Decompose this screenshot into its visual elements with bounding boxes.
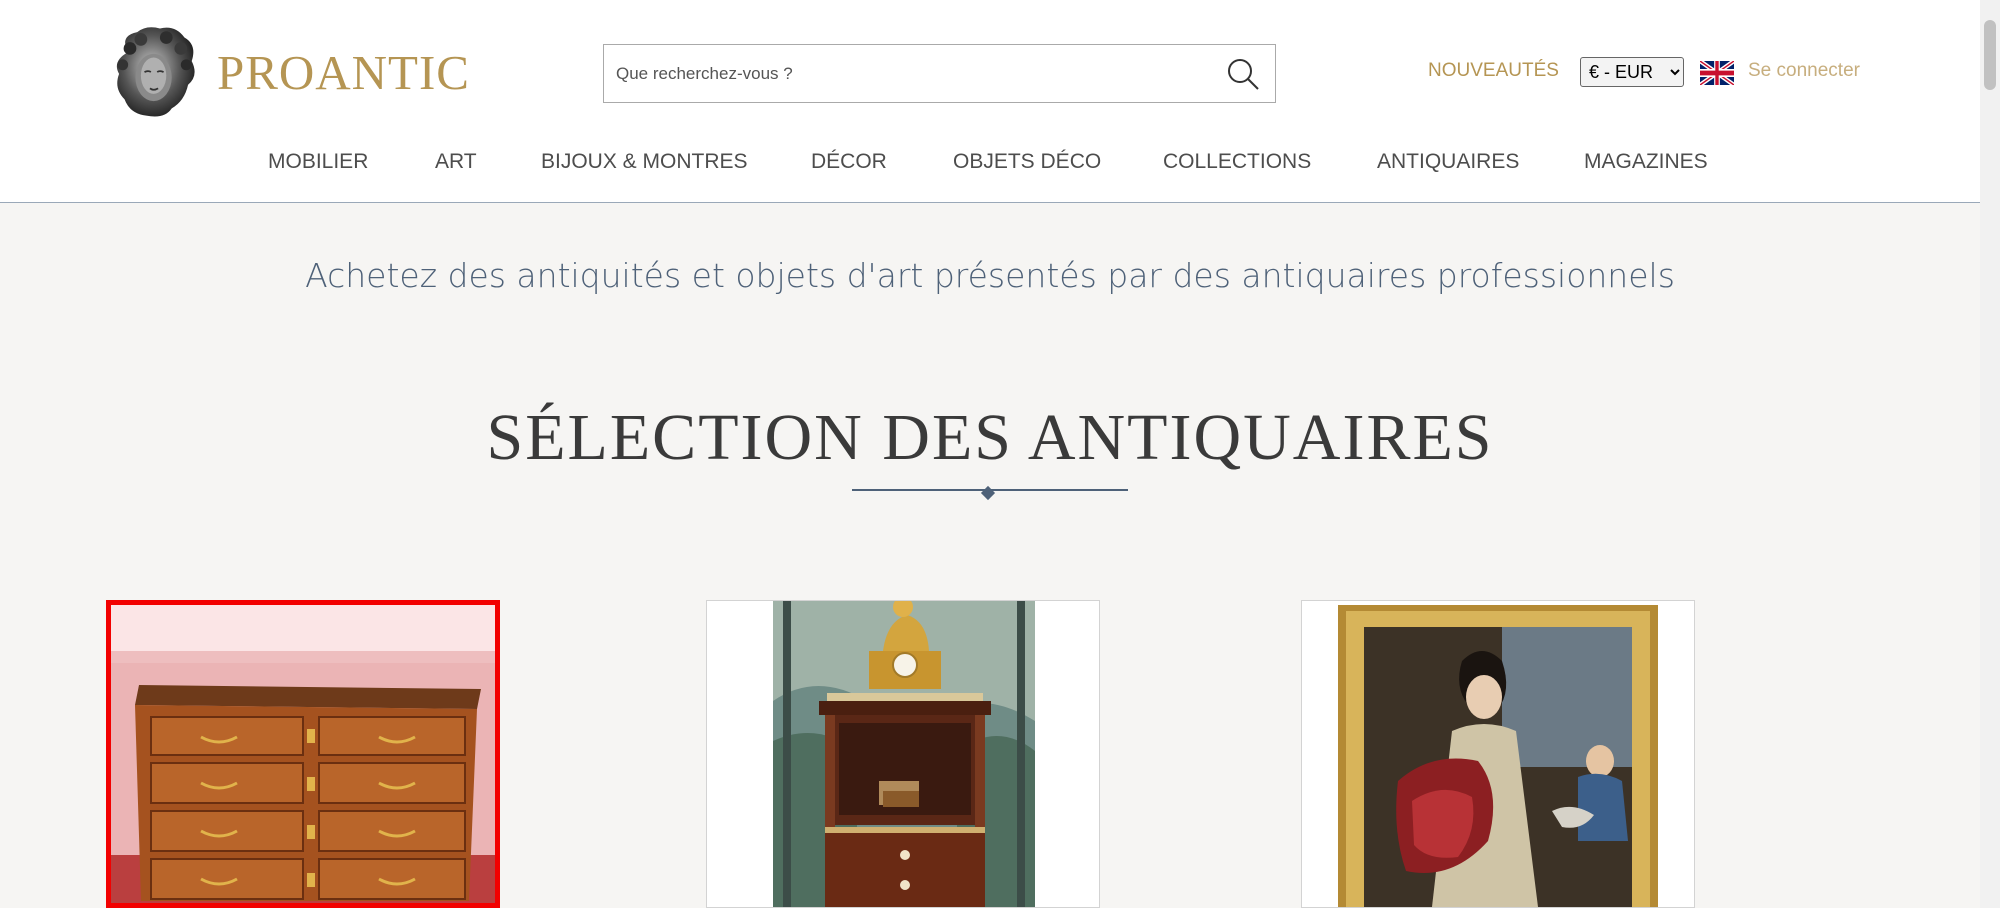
nav-item-mobilier[interactable]: MOBILIER (268, 150, 368, 174)
search-bar (603, 44, 1276, 103)
page-scrollbar[interactable] (1980, 0, 2000, 908)
portrait-painting-image (1302, 601, 1694, 907)
product-card-commode[interactable] (106, 600, 500, 908)
nav-item-decor[interactable]: DÉCOR (811, 150, 887, 174)
nav-item-collections[interactable]: COLLECTIONS (1163, 150, 1311, 174)
nav-item-art[interactable]: ART (435, 150, 477, 174)
nav-item-antiquaires[interactable]: ANTIQUAIRES (1377, 150, 1519, 174)
scrollbar-thumb[interactable] (1984, 20, 1996, 90)
nav-item-objets-deco[interactable]: OBJETS DÉCO (953, 150, 1101, 174)
currency-select[interactable]: € - EUR (1580, 57, 1684, 87)
bust-logo-icon (116, 27, 195, 117)
nav-item-bijoux-montres[interactable]: BIJOUX & MONTRES (541, 150, 748, 174)
brand-name: PROANTIC (216, 45, 470, 100)
main-nav: MOBILIER ART BIJOUX & MONTRES DÉCOR OBJE… (0, 150, 1980, 180)
nouveautes-link[interactable]: NOUVEAUTÉS (1428, 60, 1559, 82)
section-title: SÉLECTION DES ANTIQUAIRES (486, 401, 1494, 474)
product-card-portrait[interactable] (1301, 600, 1695, 908)
product-card-clock-cabinet[interactable] (706, 600, 1100, 908)
page-tagline: Achetez des antiquités et objets d'art p… (305, 256, 1675, 295)
commode-image (111, 605, 495, 903)
search-input[interactable] (616, 45, 1196, 102)
clock-cabinet-image (707, 601, 1099, 907)
site-header: PROANTIC NOUVEAUTÉS € - EUR Se connecter… (0, 0, 1980, 203)
uk-flag-icon[interactable] (1700, 61, 1734, 85)
search-icon[interactable] (1225, 56, 1261, 92)
login-link[interactable]: Se connecter (1748, 60, 1860, 82)
logo-link[interactable]: PROANTIC (110, 20, 470, 125)
nav-item-magazines[interactable]: MAGAZINES (1584, 150, 1708, 174)
